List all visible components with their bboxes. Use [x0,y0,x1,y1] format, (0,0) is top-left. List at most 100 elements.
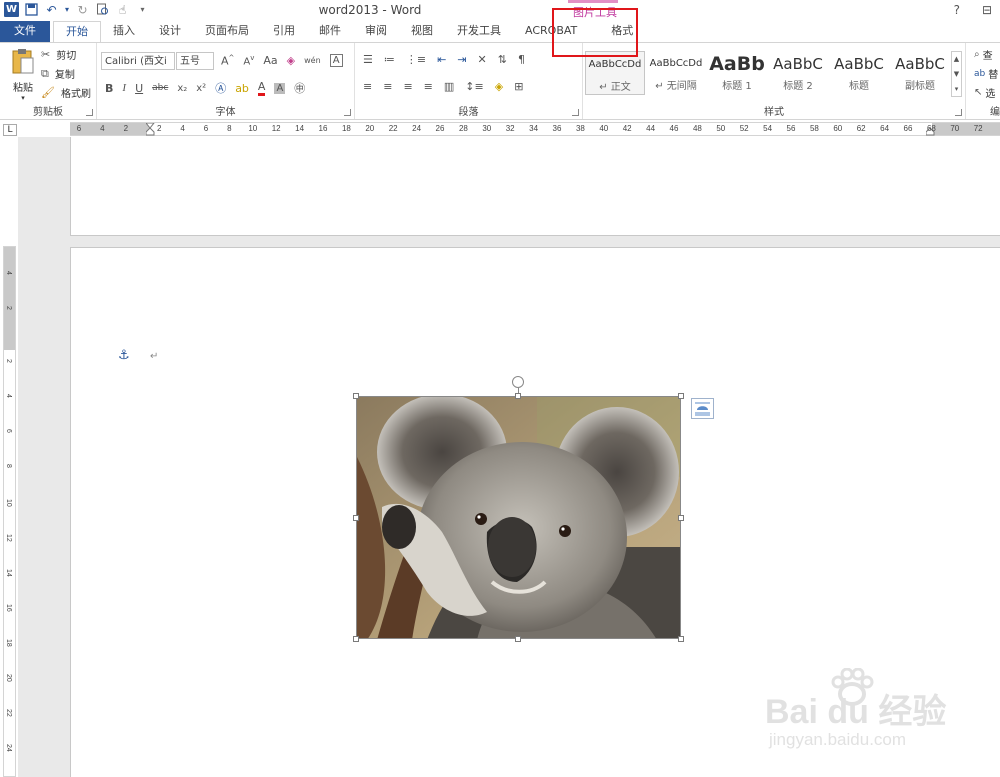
style-no-spacing-sample: AaBbCcDd [649,58,703,69]
resize-handle-sw[interactable] [353,636,359,642]
cut-button[interactable]: ✂ 剪切 [41,47,76,62]
enclose-circle-icon[interactable]: ㊥ [294,80,305,96]
grow-font-icon[interactable]: A^ [221,54,234,68]
style-no-spacing[interactable]: AaBbCcDd ↵ 无间隔 [646,51,706,95]
paragraph-mark: ↵ [150,351,159,362]
font-name-select[interactable]: Calibri (西文i [101,52,175,70]
tab-home[interactable]: 开始 [53,21,101,42]
style-heading1[interactable]: AaBb 标题 1 [707,51,767,95]
multilevel-list-icon[interactable]: ⋮≡ [406,53,426,66]
vruler-tick-label: 2 [5,306,12,310]
align-center-icon[interactable]: ≡ [383,80,392,93]
style-subtitle-name: 副标题 [905,81,935,92]
styles-scroll-up-icon[interactable]: ▲ [952,52,961,67]
align-left-icon[interactable]: ≡ [363,80,372,93]
phonetic-guide-button[interactable]: wén [304,56,321,65]
justify-icon[interactable]: ≡ [424,80,433,93]
ruler-tick-label: 10 [248,124,258,133]
sort-icon[interactable]: ⇅ [498,53,507,66]
font-color-button[interactable]: A [257,80,266,96]
style-heading2[interactable]: AaBbC 标题 2 [768,51,828,95]
vruler-tick-label: 8 [5,464,12,468]
select-label: 选 [985,89,996,100]
ribbon-display-options-button[interactable]: ⊟ [982,3,992,17]
align-right-icon[interactable]: ≡ [403,80,412,93]
style-heading2-name: 标题 2 [783,81,813,92]
increase-indent-icon[interactable]: ⇥ [457,53,466,66]
text-effects-icon[interactable]: Ⓐ [215,80,226,96]
decrease-indent-icon[interactable]: ⇤ [437,53,446,66]
font-launcher-icon[interactable] [344,109,351,116]
underline-button[interactable]: U [135,82,143,95]
italic-button[interactable]: I [122,82,126,94]
tab-insert[interactable]: 插入 [101,21,147,42]
replace-button[interactable]: ab 替 [974,66,998,82]
koala-picture[interactable] [356,396,681,639]
tab-page-layout[interactable]: 页面布局 [193,21,261,42]
show-marks-icon[interactable]: ¶ [518,53,525,66]
copy-button[interactable]: ⧉ 复制 [41,66,75,82]
resize-handle-n[interactable] [515,393,521,399]
subscript-button[interactable]: x₂ [177,83,187,94]
tab-mailings[interactable]: 邮件 [307,21,353,42]
style-normal-name: ↵ 正文 [599,82,631,93]
tab-review[interactable]: 审阅 [353,21,399,42]
rotate-handle-icon[interactable] [512,376,524,388]
page-previous[interactable] [70,137,1000,236]
horizontal-ruler[interactable]: 6 4 2 2 4 6 8 10 12 14 16 18 20 22 24 26 28 30 32 34 36 38 40 4… [70,122,1000,136]
resize-handle-s[interactable] [515,636,521,642]
layout-options-button[interactable] [691,398,714,419]
format-painter-button[interactable]: 🖌 格式刷 [41,85,91,100]
tab-developer[interactable]: 开发工具 [445,21,513,42]
borders-icon[interactable]: ⊞ [514,80,523,93]
tab-selector-button[interactable]: L [3,124,17,136]
resize-handle-w[interactable] [353,515,359,521]
vertical-ruler[interactable]: 4 2 2 4 6 8 10 12 14 16 18 20 22 24 [3,246,16,777]
find-button[interactable]: ⌕ 查 [974,47,993,62]
ruler-tick-label: 50 [716,124,726,133]
styles-scroll-down-icon[interactable]: ▼ [952,67,961,82]
bold-button[interactable]: B [105,82,113,95]
help-button[interactable]: ? [954,3,960,17]
resize-handle-e[interactable] [678,515,684,521]
enclose-char-button[interactable]: A [329,54,343,68]
shading-icon[interactable]: ◈ [495,80,503,93]
tab-design[interactable]: 设计 [147,21,193,42]
vruler-tick-label: 18 [5,639,12,647]
format-painter-label: 格式刷 [60,89,91,100]
change-case-button[interactable]: Aa [263,54,277,67]
style-subtitle[interactable]: AaBbC 副标题 [890,51,950,95]
tab-file[interactable]: 文件 [0,21,50,42]
styles-more-icon[interactable]: ▾ [952,82,961,97]
ruler-tick-label: 46 [669,124,679,133]
font-size-select[interactable]: 五号 [176,52,214,70]
clear-formatting-icon[interactable]: ◈ [287,54,295,67]
distributed-icon[interactable]: ▥ [444,80,454,93]
ruler-tick-label: 36 [552,124,562,133]
clipboard-launcher-icon[interactable] [86,109,93,116]
strikethrough-button[interactable]: abc [152,83,168,93]
binoculars-icon: ⌕ [974,49,980,60]
ruler-tick-label: 18 [341,124,351,133]
resize-handle-nw[interactable] [353,393,359,399]
tab-references[interactable]: 引用 [261,21,307,42]
chinese-layout-icon[interactable]: ✕ [478,53,487,66]
styles-launcher-icon[interactable] [955,109,962,116]
paste-button[interactable]: 粘贴 ▾ [8,47,38,102]
paste-dropdown-icon[interactable]: ▾ [8,94,38,102]
shrink-font-icon[interactable]: Av [243,54,254,67]
style-title[interactable]: AaBbC 标题 [829,51,889,95]
highlight-color-icon[interactable]: ab [235,82,249,95]
superscript-button[interactable]: x² [196,83,206,94]
tab-view[interactable]: 视图 [399,21,445,42]
line-spacing-icon[interactable]: ↕≡ [465,80,483,93]
style-normal[interactable]: AaBbCcDd ↵ 正文 [585,51,645,95]
resize-handle-se[interactable] [678,636,684,642]
paragraph-launcher-icon[interactable] [572,109,579,116]
bullets-icon[interactable]: ☰ [363,53,373,66]
resize-handle-ne[interactable] [678,393,684,399]
styles-scroll[interactable]: ▲ ▼ ▾ [951,51,962,97]
numbering-icon[interactable]: ≔ [384,53,395,66]
char-shading-icon[interactable]: A [274,82,286,94]
select-button[interactable]: ↖ 选 [974,85,995,100]
